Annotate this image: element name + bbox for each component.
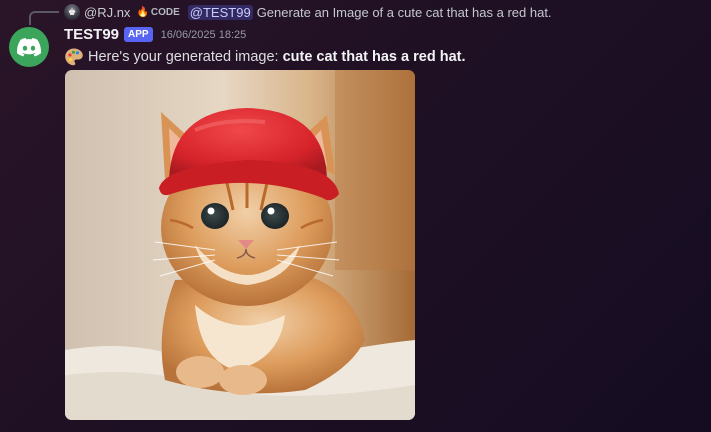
reply-mention[interactable]: @TEST99 — [187, 4, 253, 20]
reply-avatar[interactable]: ♚ — [64, 4, 80, 20]
message-content: Here's your generated image: cute cat th… — [64, 47, 466, 67]
author-name[interactable]: TEST99 — [64, 26, 119, 43]
message-text-prefix: Here's your generated image: — [88, 49, 279, 65]
reply-preview[interactable]: ♚ @RJ.nx 🔥 CODE @TEST99 Generate an Imag… — [64, 3, 552, 21]
cat-with-red-hat-image — [65, 70, 415, 420]
app-badge: APP — [124, 27, 153, 42]
reply-connector-line — [29, 11, 59, 25]
reply-guild-tag-label: CODE — [150, 6, 180, 18]
discord-logo-icon — [17, 37, 41, 56]
message-header: TEST99 APP 16/06/2025 18:25 — [64, 26, 246, 43]
reply-text[interactable]: Generate an Image of a cute cat that has… — [257, 5, 552, 20]
message-timestamp[interactable]: 16/06/2025 18:25 — [161, 29, 247, 41]
bot-avatar[interactable] — [9, 27, 49, 67]
flame-icon: 🔥 — [136, 6, 149, 18]
message-text-bold: cute cat that has a red hat. — [282, 49, 466, 65]
reply-username[interactable]: @RJ.nx — [84, 5, 130, 20]
generated-image-attachment[interactable] — [65, 70, 415, 420]
reply-guild-tag[interactable]: 🔥 CODE — [136, 7, 179, 18]
artist-palette-icon — [65, 48, 83, 66]
